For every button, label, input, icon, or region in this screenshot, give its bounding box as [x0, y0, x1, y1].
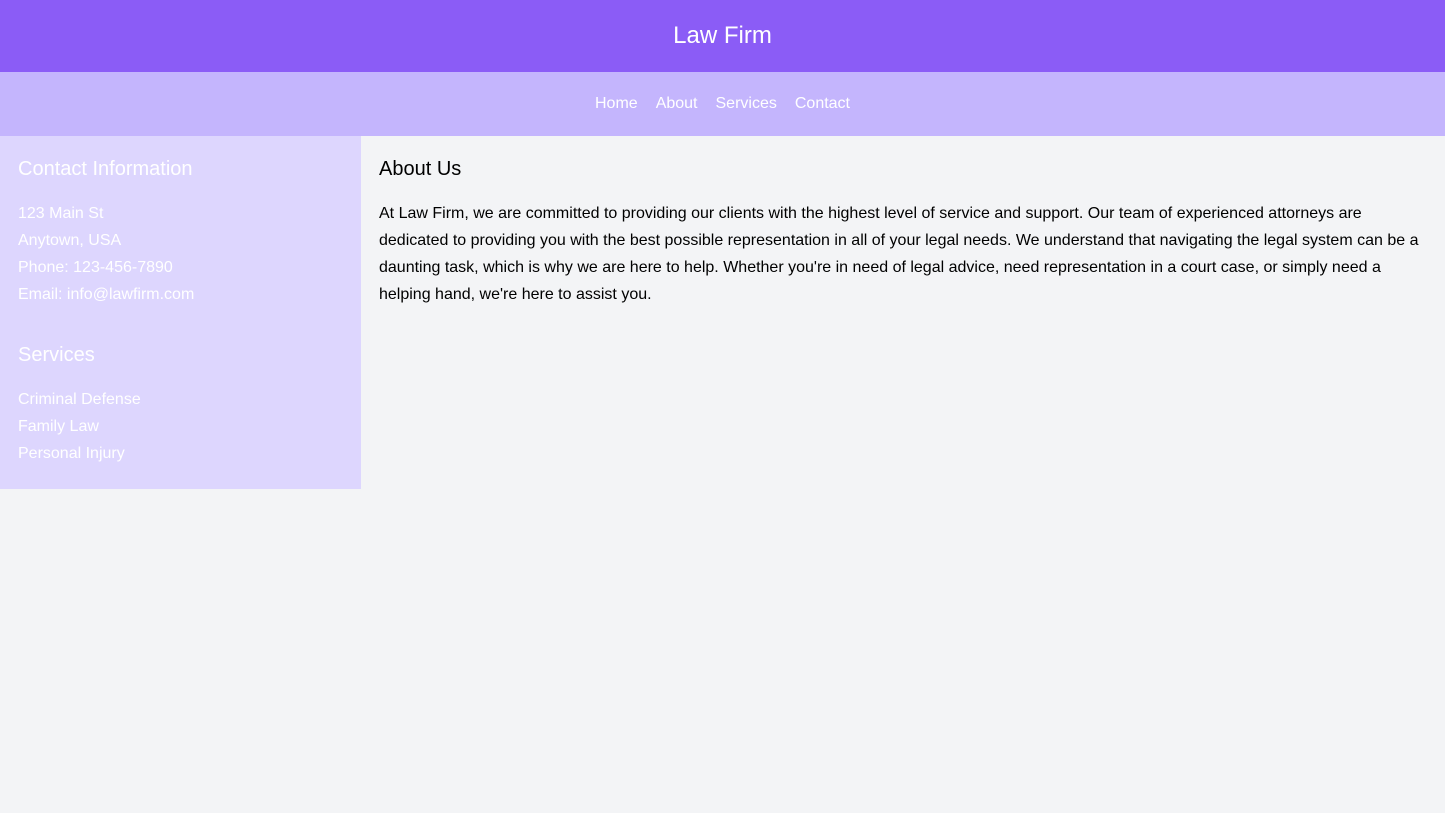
- contact-info-section: Contact Information 123 Main St Anytown,…: [18, 154, 343, 308]
- contact-email: Email: info@lawfirm.com: [18, 286, 195, 303]
- services-section: Services Criminal Defense Family Law Per…: [18, 340, 343, 467]
- about-body: At Law Firm, we are committed to providi…: [379, 205, 1419, 303]
- service-item: Criminal Defense: [18, 391, 141, 408]
- contact-phone: Phone: 123-456-7890: [18, 259, 173, 276]
- service-item: Personal Injury: [18, 445, 125, 462]
- contact-city-line: Anytown, USA: [18, 232, 122, 249]
- nav-link-home[interactable]: Home: [595, 95, 638, 112]
- nav-link-services[interactable]: Services: [716, 95, 777, 112]
- services-heading: Services: [18, 344, 95, 366]
- nav-link-contact[interactable]: Contact: [795, 95, 850, 112]
- services-list: Criminal Defense Family Law Personal Inj…: [18, 386, 343, 467]
- page-layout: Contact Information 123 Main St Anytown,…: [0, 136, 1445, 489]
- contact-info-heading: Contact Information: [18, 158, 193, 180]
- nav-list: Home About Services Contact: [595, 95, 850, 113]
- site-title: Law Firm: [673, 22, 772, 49]
- service-item: Family Law: [18, 418, 99, 435]
- about-heading: About Us: [379, 158, 462, 180]
- sidebar: Contact Information 123 Main St Anytown,…: [0, 136, 361, 489]
- nav-link-about[interactable]: About: [656, 95, 698, 112]
- contact-address-line: 123 Main St: [18, 205, 104, 222]
- main-nav: Home About Services Contact: [0, 72, 1445, 136]
- site-header: Law Firm: [0, 0, 1445, 72]
- main-content: About Us At Law Firm, we are committed t…: [361, 136, 1445, 326]
